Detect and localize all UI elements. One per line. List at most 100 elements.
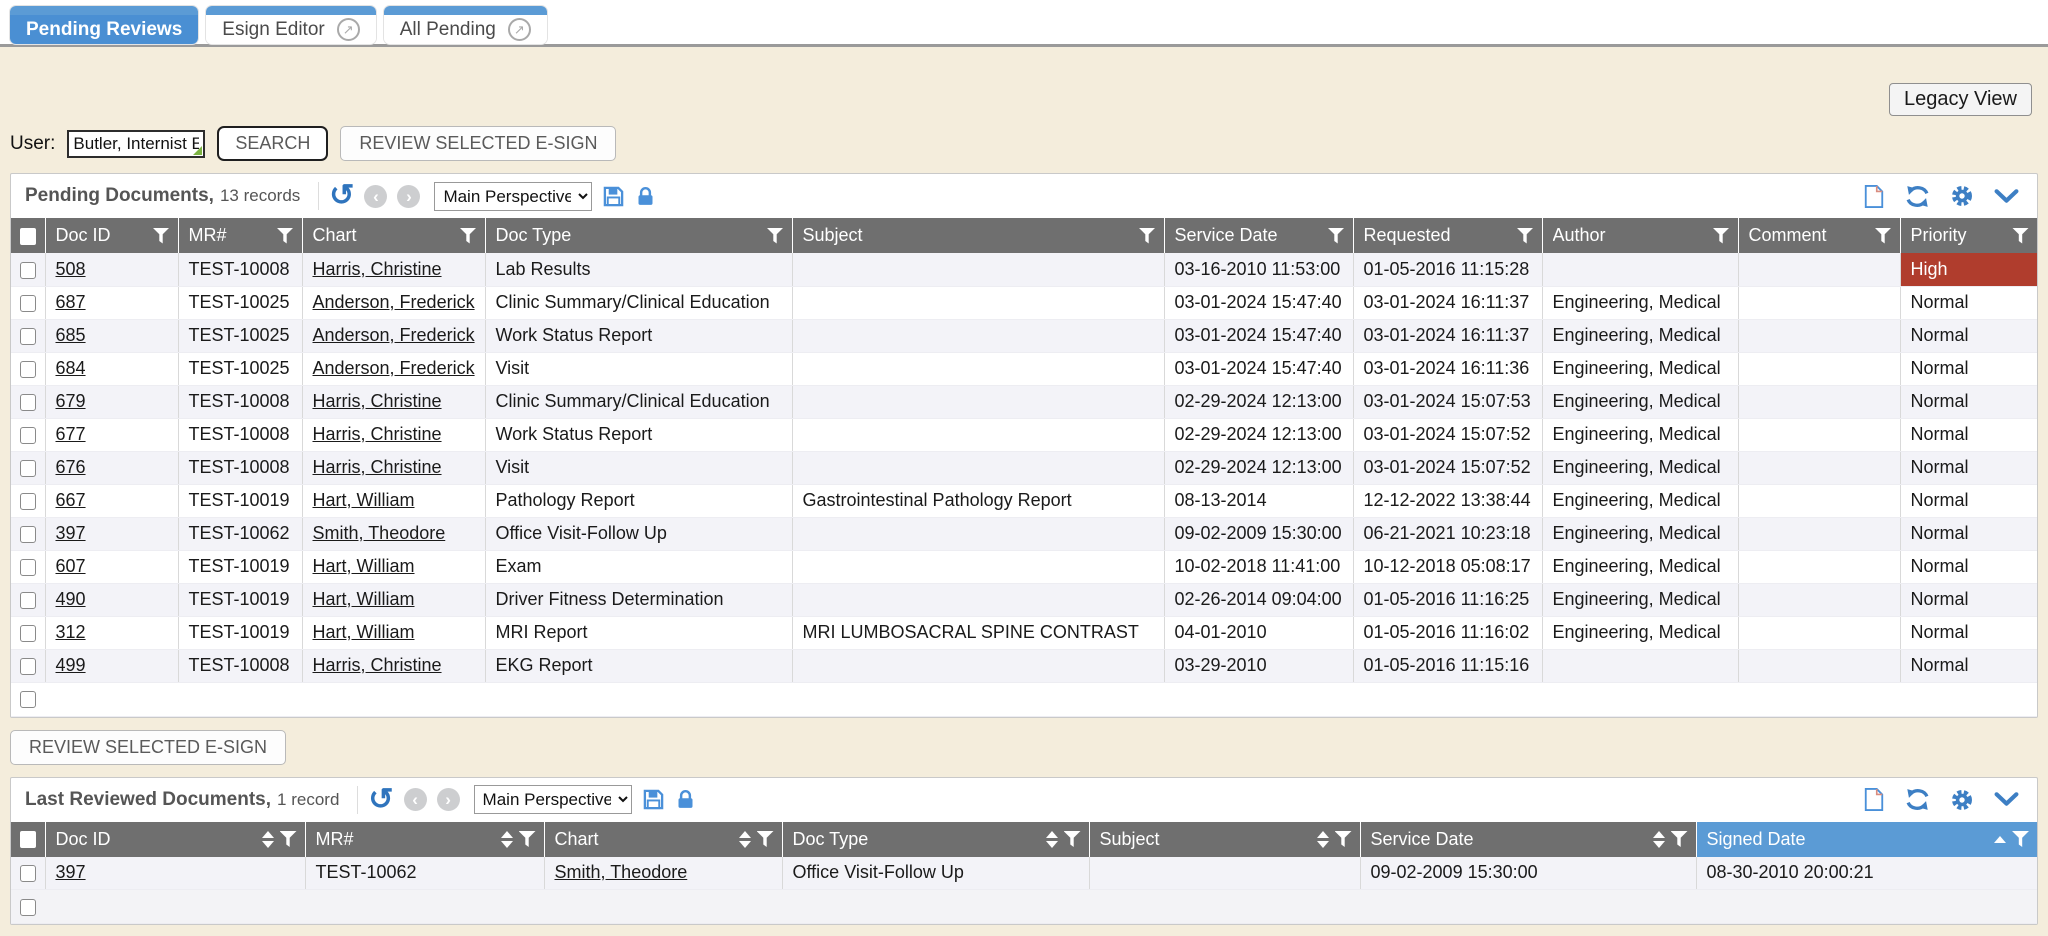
doc-id-link[interactable]: 677	[56, 424, 86, 444]
user-input[interactable]	[67, 130, 205, 158]
filter-funnel-icon[interactable]	[1671, 831, 1688, 847]
filter-funnel-icon[interactable]	[1139, 228, 1156, 244]
filter-funnel-icon[interactable]	[1713, 228, 1730, 244]
perspective-select[interactable]: Main Perspective	[474, 785, 632, 814]
select-all-checkbox[interactable]	[20, 228, 36, 245]
new-document-icon[interactable]	[1863, 184, 1885, 209]
perspective-select[interactable]: Main Perspective	[434, 182, 592, 211]
filter-funnel-icon[interactable]	[2012, 831, 2029, 847]
doc-id-link[interactable]: 397	[56, 862, 86, 882]
doc-id-link[interactable]: 676	[56, 457, 86, 477]
row-checkbox[interactable]	[20, 658, 36, 675]
tab-all-pending[interactable]: All Pending ↗	[384, 6, 547, 44]
filter-funnel-icon[interactable]	[277, 228, 294, 244]
filter-funnel-icon[interactable]	[1875, 228, 1892, 244]
review-selected-esign-button-top[interactable]: REVIEW SELECTED E-SIGN	[340, 126, 616, 161]
row-checkbox[interactable]	[20, 559, 36, 576]
doc-id-link[interactable]: 667	[56, 490, 86, 510]
prev-icon[interactable]: ‹	[364, 185, 387, 208]
gear-icon[interactable]	[1950, 184, 1974, 208]
chart-link[interactable]: Harris, Christine	[313, 424, 442, 444]
chart-link[interactable]: Harris, Christine	[313, 457, 442, 477]
prev-icon[interactable]: ‹	[404, 788, 427, 811]
row-checkbox[interactable]	[20, 691, 36, 708]
chevron-down-icon[interactable]	[1994, 792, 2019, 807]
row-checkbox[interactable]	[20, 361, 36, 378]
filter-funnel-icon[interactable]	[2012, 228, 2029, 244]
row-checkbox[interactable]	[20, 899, 36, 916]
search-button[interactable]: SEARCH	[217, 126, 328, 161]
doc-id-link[interactable]: 397	[56, 523, 86, 543]
filter-funnel-icon[interactable]	[153, 228, 170, 244]
filter-funnel-icon[interactable]	[757, 831, 774, 847]
undo-icon[interactable]: ↺	[368, 787, 393, 813]
sort-icon[interactable]	[262, 831, 274, 848]
row-checkbox[interactable]	[20, 592, 36, 609]
chart-link[interactable]: Anderson, Frederick	[313, 325, 475, 345]
chart-link[interactable]: Harris, Christine	[313, 655, 442, 675]
lock-perspective-icon[interactable]	[675, 788, 696, 811]
save-perspective-icon[interactable]	[642, 788, 665, 811]
chart-link[interactable]: Harris, Christine	[313, 391, 442, 411]
select-all-checkbox[interactable]	[20, 831, 36, 848]
save-perspective-icon[interactable]	[602, 185, 625, 208]
chart-link[interactable]: Anderson, Frederick	[313, 292, 475, 312]
doc-id-link[interactable]: 607	[56, 556, 86, 576]
chart-link[interactable]: Anderson, Frederick	[313, 358, 475, 378]
undo-icon[interactable]: ↺	[329, 183, 354, 209]
row-checkbox[interactable]	[20, 493, 36, 510]
doc-id-link[interactable]: 508	[56, 259, 86, 279]
doc-id-link[interactable]: 312	[56, 622, 86, 642]
filter-funnel-icon[interactable]	[460, 228, 477, 244]
sort-icon[interactable]	[1046, 831, 1058, 848]
row-checkbox[interactable]	[20, 295, 36, 312]
row-checkbox[interactable]	[20, 625, 36, 642]
tab-pending-reviews[interactable]: Pending Reviews	[10, 6, 198, 44]
next-icon[interactable]: ›	[437, 788, 460, 811]
doc-id-link[interactable]: 679	[56, 391, 86, 411]
chart-link[interactable]: Hart, William	[313, 589, 415, 609]
row-checkbox[interactable]	[20, 865, 36, 882]
sort-icon[interactable]	[739, 831, 751, 848]
doc-id-link[interactable]: 684	[56, 358, 86, 378]
doc-id-link[interactable]: 499	[56, 655, 86, 675]
sort-icon[interactable]	[1317, 831, 1329, 848]
filter-funnel-icon[interactable]	[1517, 228, 1534, 244]
filter-funnel-icon[interactable]	[1328, 228, 1345, 244]
chart-link[interactable]: Smith, Theodore	[555, 862, 688, 882]
next-icon[interactable]: ›	[397, 185, 420, 208]
row-checkbox[interactable]	[20, 328, 36, 345]
lock-perspective-icon[interactable]	[635, 185, 656, 208]
filter-funnel-icon[interactable]	[280, 831, 297, 847]
refresh-icon[interactable]	[1905, 184, 1930, 209]
filter-funnel-icon[interactable]	[1335, 831, 1352, 847]
sort-ascending-icon[interactable]	[1994, 836, 2006, 843]
legacy-view-button[interactable]: Legacy View	[1889, 83, 2032, 116]
new-document-icon[interactable]	[1863, 787, 1885, 812]
row-checkbox[interactable]	[20, 526, 36, 543]
filter-funnel-icon[interactable]	[1064, 831, 1081, 847]
chart-link[interactable]: Hart, William	[313, 556, 415, 576]
doc-id-link[interactable]: 685	[56, 325, 86, 345]
row-checkbox[interactable]	[20, 460, 36, 477]
chart-link[interactable]: Smith, Theodore	[313, 523, 446, 543]
gear-icon[interactable]	[1950, 788, 1974, 812]
filter-funnel-icon[interactable]	[767, 228, 784, 244]
row-checkbox[interactable]	[20, 262, 36, 279]
refresh-icon[interactable]	[1905, 787, 1930, 812]
tab-esign-editor[interactable]: Esign Editor ↗	[206, 6, 375, 44]
sort-icon[interactable]	[1653, 831, 1665, 848]
chart-link[interactable]: Hart, William	[313, 622, 415, 642]
chart-link[interactable]: Harris, Christine	[313, 259, 442, 279]
external-link-icon[interactable]: ↗	[508, 18, 531, 41]
review-selected-esign-button-bottom[interactable]: REVIEW SELECTED E-SIGN	[10, 730, 286, 765]
chart-link[interactable]: Hart, William	[313, 490, 415, 510]
chevron-down-icon[interactable]	[1994, 189, 2019, 204]
sort-icon[interactable]	[501, 831, 513, 848]
doc-id-link[interactable]: 687	[56, 292, 86, 312]
row-checkbox[interactable]	[20, 427, 36, 444]
doc-id-link[interactable]: 490	[56, 589, 86, 609]
external-link-icon[interactable]: ↗	[337, 18, 360, 41]
filter-funnel-icon[interactable]	[519, 831, 536, 847]
row-checkbox[interactable]	[20, 394, 36, 411]
